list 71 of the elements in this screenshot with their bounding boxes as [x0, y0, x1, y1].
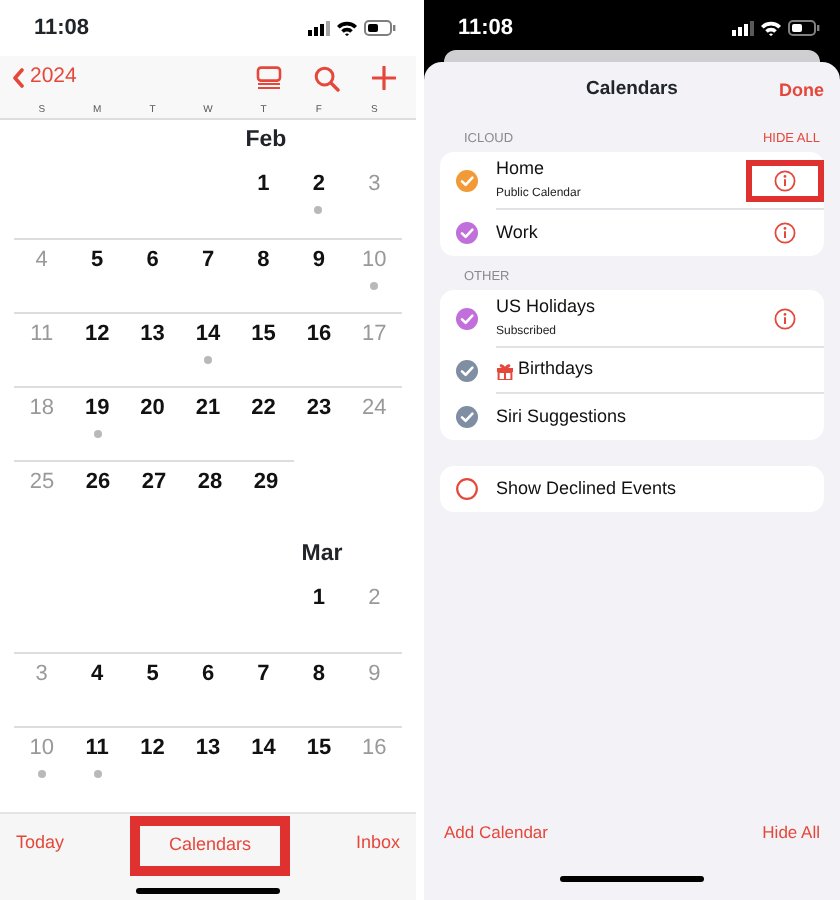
add-calendar-button[interactable]: Add Calendar: [444, 820, 548, 846]
calendar-name: US Holidays: [496, 294, 596, 321]
day-number[interactable]: 19: [84, 394, 110, 422]
back-chevron-icon: [12, 68, 26, 88]
calendar-name: Work: [496, 219, 538, 246]
day-number[interactable]: 26: [85, 468, 111, 496]
signal-icon: [308, 20, 330, 36]
day-number[interactable]: 6: [201, 660, 215, 688]
calendar-checkbox[interactable]: [456, 360, 478, 382]
home-indicator: [136, 888, 280, 894]
day-number[interactable]: 15: [251, 320, 276, 348]
info-button[interactable]: [774, 222, 796, 244]
day-number[interactable]: 4: [91, 660, 104, 688]
calendar-name: Siri Suggestions: [496, 403, 627, 430]
calendar-checkbox[interactable]: [456, 478, 478, 500]
sheet-title: Calendars: [586, 75, 678, 104]
day-number[interactable]: 5: [91, 246, 104, 274]
calendar-checkbox[interactable]: [456, 170, 478, 192]
wifi-icon: [760, 20, 782, 36]
day-number[interactable]: 8: [312, 660, 326, 688]
search-button[interactable]: [314, 65, 340, 91]
signal-icon: [732, 20, 754, 36]
day-number[interactable]: 1: [257, 170, 270, 198]
hide-all-button[interactable]: Hide All: [762, 820, 820, 846]
day-number[interactable]: 7: [201, 246, 215, 274]
toolbar-button[interactable]: Inbox: [355, 830, 400, 857]
toolbar-button[interactable]: Today: [16, 830, 65, 857]
day-number[interactable]: 5: [146, 660, 159, 688]
calendar-name: Birthdays: [518, 356, 594, 383]
calendar-name: Show Declined Events: [496, 475, 677, 502]
calendar-checkbox[interactable]: [456, 308, 478, 330]
calendar-name: Home: [496, 156, 545, 183]
day-number[interactable]: 8: [257, 246, 270, 274]
day-number[interactable]: 29: [253, 468, 279, 496]
day-number[interactable]: 28: [197, 468, 223, 496]
calendar-checkbox[interactable]: [456, 406, 478, 428]
wifi-icon: [336, 20, 358, 36]
day-number[interactable]: 2: [312, 170, 326, 198]
status-time: 11:08: [458, 13, 514, 44]
day-number[interactable]: 15: [306, 734, 332, 762]
add-button[interactable]: [372, 66, 396, 90]
day-number[interactable]: 14: [195, 320, 221, 348]
day-number[interactable]: 21: [195, 394, 221, 422]
battery-icon: [364, 20, 396, 36]
day-number[interactable]: 12: [84, 320, 110, 348]
toolbar-button[interactable]: Calendars: [168, 832, 252, 859]
day-number[interactable]: 22: [251, 394, 276, 422]
done-button[interactable]: Done: [779, 78, 824, 105]
day-number[interactable]: 12: [140, 734, 165, 762]
day-number[interactable]: 13: [140, 320, 165, 348]
day-number[interactable]: 9: [312, 246, 326, 274]
home-indicator: [560, 875, 704, 882]
day-number[interactable]: 11: [85, 734, 109, 762]
calendar-checkbox[interactable]: [456, 222, 478, 244]
day-number[interactable]: 20: [140, 394, 165, 422]
status-time: 11:08: [34, 13, 90, 44]
day-number[interactable]: 27: [141, 468, 167, 496]
month-label: Mar: [301, 540, 343, 571]
day-number[interactable]: 13: [195, 734, 221, 762]
day-number[interactable]: 7: [257, 660, 270, 688]
info-button[interactable]: [774, 307, 796, 329]
day-number[interactable]: 16: [306, 320, 332, 348]
day-number[interactable]: 23: [306, 394, 332, 422]
day-number[interactable]: 14: [251, 734, 276, 762]
day-number[interactable]: 6: [146, 246, 159, 274]
battery-icon: [788, 20, 820, 36]
back-button[interactable]: 2024: [12, 62, 77, 94]
list-view-button[interactable]: [256, 66, 282, 90]
day-number[interactable]: 1: [312, 584, 326, 612]
info-button[interactable]: [774, 169, 796, 191]
month-label: Feb: [245, 126, 287, 157]
